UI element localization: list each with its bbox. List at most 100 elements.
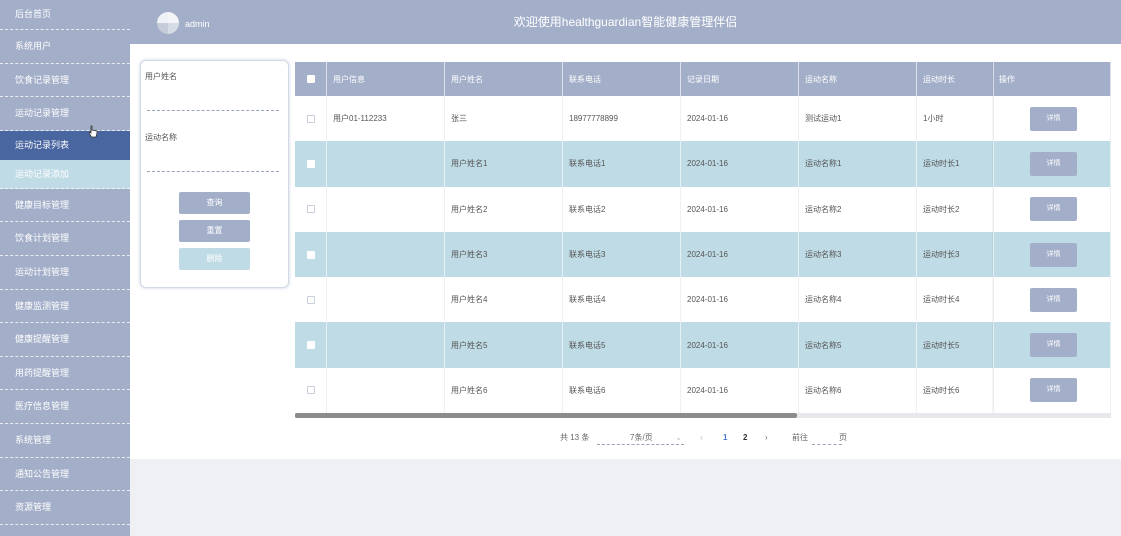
row-checkbox[interactable] xyxy=(306,386,315,395)
sidebar-item-health-monitoring[interactable]: 健康监测管理 xyxy=(0,290,130,324)
row-checkbox[interactable] xyxy=(306,250,315,259)
table-row: 用户姓名5 联系电话5 2024-01-16 运动名称5 运动时长5 详情 xyxy=(295,322,1111,368)
detail-button[interactable]: 详情 xyxy=(1030,287,1077,312)
top-header: admin 欢迎使用healthguardian智能健康管理伴侣 xyxy=(130,0,1121,44)
row-select-cell xyxy=(295,96,327,142)
table-cell: 运动时长2 xyxy=(917,186,994,232)
table-cell: 用户姓名1 xyxy=(445,141,563,187)
detail-button[interactable]: 详情 xyxy=(1030,106,1077,131)
row-select-cell xyxy=(295,141,327,187)
row-checkbox[interactable] xyxy=(306,114,315,123)
sidebar-item-health-goals[interactable]: 健康目标管理 xyxy=(0,189,130,223)
table-cell: 联系电话3 xyxy=(563,231,681,278)
table-cell xyxy=(327,186,445,232)
column-header: 联系电话 xyxy=(563,62,681,96)
table-cell: 用户姓名4 xyxy=(445,277,563,323)
row-select-cell xyxy=(295,277,327,323)
table-row: 用户姓名1 联系电话1 2024-01-16 运动名称1 运动时长1 详情 xyxy=(295,141,1111,187)
fixed-column-shadow xyxy=(992,62,994,412)
sidebar-item-exercise-records[interactable]: 运动记录管理 xyxy=(0,97,130,131)
table-cell: 联系电话2 xyxy=(563,186,681,232)
query-button[interactable]: 查询 xyxy=(179,192,250,214)
action-cell: 详情 xyxy=(994,96,1111,142)
select-all-checkbox[interactable] xyxy=(306,75,315,83)
sidebar-item-announcements[interactable]: 通知公告管理 xyxy=(0,458,130,492)
reset-button[interactable]: 重置 xyxy=(179,220,250,242)
row-checkbox[interactable] xyxy=(306,295,315,304)
column-header: 运动名称 xyxy=(799,62,917,96)
prev-page-button[interactable]: ‹ xyxy=(700,431,703,445)
sidebar-item-resources[interactable]: 资源管理 xyxy=(0,491,130,525)
sidebar-item-system-users[interactable]: 系统用户 xyxy=(0,30,130,64)
row-select-cell xyxy=(295,186,327,232)
sidebar-item-exercise-record-add[interactable]: 运动记录添加 xyxy=(0,159,130,189)
sidebar-item-health-reminders[interactable]: 健康提醒管理 xyxy=(0,323,130,357)
row-checkbox[interactable] xyxy=(306,159,315,168)
table-cell: 2024-01-16 xyxy=(681,186,799,232)
table-cell: 运动名称3 xyxy=(799,231,917,278)
delete-button[interactable]: 删除 xyxy=(179,248,250,270)
action-cell: 详情 xyxy=(994,367,1111,414)
table-cell: 联系电话1 xyxy=(563,141,681,187)
goto-page-input[interactable] xyxy=(812,431,842,445)
table-cell: 18977778899 xyxy=(563,96,681,142)
sidebar-item-diet-plans[interactable]: 饮食计划管理 xyxy=(0,222,130,256)
chevron-down-icon: ⌄ xyxy=(675,433,682,442)
table-cell xyxy=(327,322,445,368)
detail-button[interactable]: 详情 xyxy=(1030,151,1077,176)
page-number-1[interactable]: 1 xyxy=(723,431,727,445)
sidebar-item-exercise-record-list[interactable]: 运动记录列表 xyxy=(0,130,130,160)
select-all-cell xyxy=(295,62,327,96)
horizontal-scrollbar[interactable] xyxy=(295,413,1111,418)
table-cell: 运动名称6 xyxy=(799,367,917,414)
table-row: 用户姓名4 联系电话4 2024-01-16 运动名称4 运动时长4 详情 xyxy=(295,277,1111,323)
footer-area xyxy=(130,459,1121,536)
table-row: 用户姓名6 联系电话6 2024-01-16 运动名称6 运动时长6 详情 xyxy=(295,367,1111,414)
table-cell: 用户姓名2 xyxy=(445,186,563,232)
sidebar-item-medical-info[interactable]: 医疗信息管理 xyxy=(0,390,130,424)
row-select-cell xyxy=(295,367,327,414)
page-number-2[interactable]: 2 xyxy=(743,431,747,445)
table-cell: 运动时长3 xyxy=(917,231,994,278)
row-checkbox[interactable] xyxy=(306,205,315,214)
table-cell: 运动时长6 xyxy=(917,367,994,414)
table-cell: 运动名称5 xyxy=(799,322,917,368)
detail-button[interactable]: 详情 xyxy=(1030,378,1077,403)
next-page-button[interactable]: › xyxy=(765,431,768,445)
table-cell: 运动名称4 xyxy=(799,277,917,323)
user-name-input[interactable] xyxy=(147,110,279,111)
sport-name-input[interactable] xyxy=(147,171,279,172)
sidebar-item-system-management[interactable]: 系统管理 xyxy=(0,424,130,458)
row-checkbox[interactable] xyxy=(306,341,315,350)
sidebar-item-home[interactable]: 后台首页 xyxy=(0,0,130,30)
table-cell: 运动时长4 xyxy=(917,277,994,323)
action-cell: 详情 xyxy=(994,277,1111,323)
sidebar: 后台首页 系统用户 饮食记录管理 运动记录管理 运动记录列表 运动记录添加 健康… xyxy=(0,0,130,536)
action-cell: 详情 xyxy=(994,186,1111,232)
detail-button[interactable]: 详情 xyxy=(1030,242,1077,267)
table-cell: 张三 xyxy=(445,96,563,142)
column-header: 用户姓名 xyxy=(445,62,563,96)
sidebar-item-medication-reminders[interactable]: 用药提醒管理 xyxy=(0,357,130,391)
column-header: 记录日期 xyxy=(681,62,799,96)
detail-button[interactable]: 详情 xyxy=(1030,197,1077,222)
pagination-total: 共 13 条 xyxy=(560,433,590,442)
sidebar-item-exercise-plans[interactable]: 运动计划管理 xyxy=(0,256,130,290)
table-cell xyxy=(327,277,445,323)
scrollbar-thumb[interactable] xyxy=(295,413,797,418)
table-cell: 2024-01-16 xyxy=(681,322,799,368)
page-size-select[interactable]: 7条/页 ⌄ xyxy=(597,431,684,445)
search-panel: 用户姓名 运动名称 查询 重置 删除 xyxy=(140,60,289,288)
mouse-cursor-icon xyxy=(88,125,98,138)
table-cell: 运动时长1 xyxy=(917,141,994,187)
table-cell xyxy=(327,367,445,414)
column-header: 操作 xyxy=(994,62,1111,96)
table-cell: 1小时 xyxy=(917,96,994,142)
column-header: 用户信息 xyxy=(327,62,445,96)
table-cell: 用户姓名3 xyxy=(445,231,563,278)
table-cell: 用户01-112233 xyxy=(327,96,445,142)
sidebar-item-diet-records[interactable]: 饮食记录管理 xyxy=(0,64,130,98)
table-cell: 2024-01-16 xyxy=(681,141,799,187)
detail-button[interactable]: 详情 xyxy=(1030,333,1077,358)
table-cell: 用户姓名5 xyxy=(445,322,563,368)
